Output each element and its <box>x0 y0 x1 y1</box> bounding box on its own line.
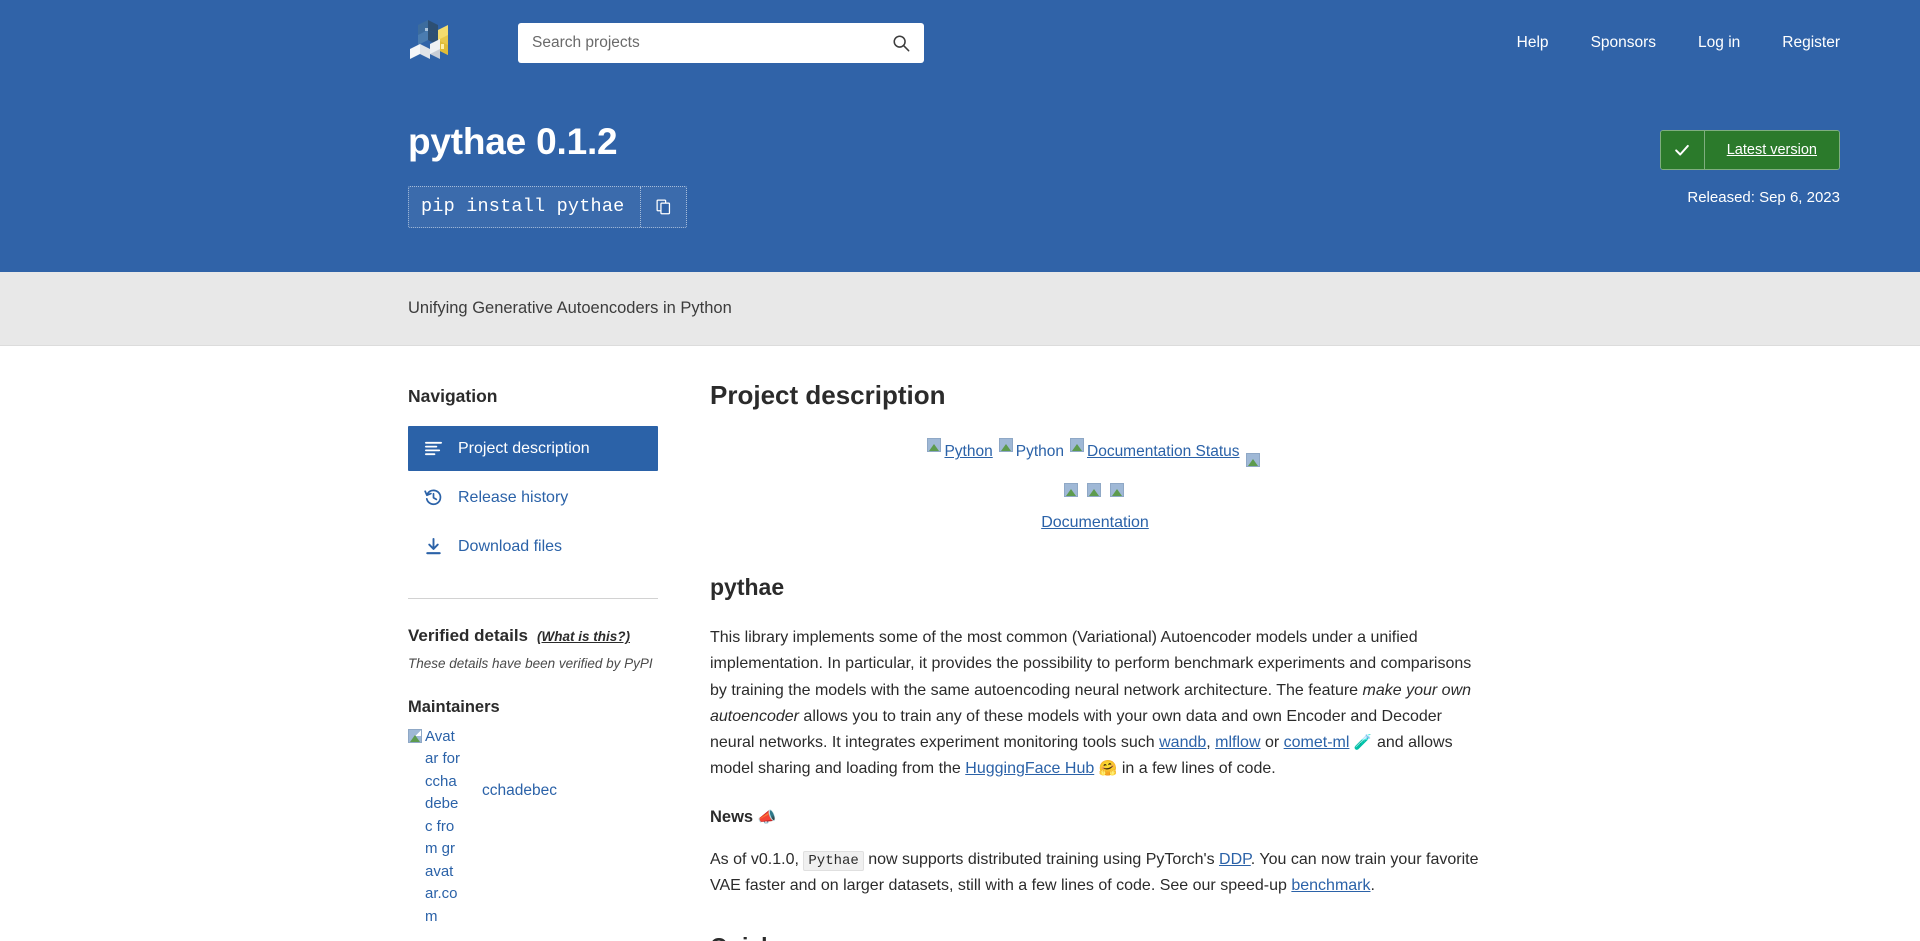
release-date: Released: Sep 6, 2023 <box>1687 189 1840 206</box>
sidebar-item-label: Download files <box>458 537 563 555</box>
pypi-logo-icon <box>410 20 448 59</box>
maintainers-title: Maintainers <box>408 697 500 716</box>
check-icon <box>1675 144 1690 156</box>
description-icon <box>424 442 443 456</box>
copy-icon <box>656 199 671 215</box>
sidebar-item-download-files[interactable]: Download files <box>408 524 658 569</box>
badge-row-2 <box>710 467 1480 498</box>
inline-code-pythae: Pythae <box>803 850 864 871</box>
badge-row-1: Python Python Documentation Status <box>710 437 1480 468</box>
project-summary-bar: Unifying Generative Autoencoders in Pyth… <box>0 271 1920 347</box>
link-ddp[interactable]: DDP <box>1219 851 1251 868</box>
history-icon <box>424 489 442 506</box>
pypi-logo[interactable] <box>408 14 466 72</box>
sidebar-item-label: Release history <box>458 488 569 506</box>
news-heading: News 📣 <box>710 808 1480 827</box>
intro-text-f: in a few lines of code. <box>1117 759 1276 777</box>
sidebar-heading-navigation: Navigation <box>408 386 498 407</box>
maintainer-entry[interactable]: Avatar for cchadebec from gravatar.com c… <box>408 726 658 929</box>
sidebar-divider <box>408 598 658 600</box>
project-description-panel: Project description Python Python Docume… <box>710 380 1480 941</box>
copy-button[interactable] <box>640 186 686 227</box>
nav-link-help[interactable]: Help <box>1517 34 1549 52</box>
content-heading: Project description <box>710 380 946 411</box>
badge-python-1[interactable]: Python <box>927 437 993 467</box>
status-badge: Latest version <box>1659 130 1840 170</box>
documentation-link-row: Documentation <box>710 514 1480 532</box>
quick-access-heading: Quick access: <box>710 933 1480 941</box>
news-text-b: now supports distributed training using … <box>863 850 1220 868</box>
latest-version-check <box>1660 131 1705 169</box>
badges-block: Python Python Documentation Status <box>710 437 1480 498</box>
link-mlflow[interactable]: mlflow <box>1215 734 1260 751</box>
link-benchmark[interactable]: benchmark <box>1291 877 1370 894</box>
intro-text-a: This library implements some of the most… <box>710 629 1472 699</box>
search-container <box>518 23 924 63</box>
badge-python-2[interactable]: Python <box>998 437 1064 467</box>
sidebar-item-release-history[interactable]: Release history <box>408 475 658 520</box>
pip-install-command: pip install pythae <box>421 195 625 217</box>
verified-details-header: Verified details (What is this?) <box>408 626 658 646</box>
pip-install-box: pip install pythae <box>408 185 688 228</box>
nav-link-register[interactable]: Register <box>1782 34 1840 52</box>
download-icon <box>426 538 441 555</box>
sidebar-item-project-description[interactable]: Project description <box>408 426 658 472</box>
test-tube-icon: 🧪 <box>1353 733 1373 751</box>
nav-link-login[interactable]: Log in <box>1698 34 1740 52</box>
latest-version-link[interactable]: Latest version <box>1704 131 1839 169</box>
news-paragraph: As of v0.1.0, Pythae now supports distri… <box>710 847 1480 899</box>
search-input[interactable] <box>518 23 924 63</box>
project-summary: Unifying Generative Autoencoders in Pyth… <box>408 298 732 317</box>
intro-text-d: or <box>1260 733 1284 751</box>
intro-text-c: , <box>1206 733 1216 751</box>
nav-link-sponsors[interactable]: Sponsors <box>1591 34 1656 52</box>
page-title: pythae 0.1.2 <box>408 121 618 162</box>
page-body: Navigation Project description Release h… <box>0 346 1920 941</box>
header-nav: Help Sponsors Log in Register <box>1517 34 1840 52</box>
maintainer-username[interactable]: cchadebec <box>482 782 557 800</box>
megaphone-icon: 📣 <box>757 808 777 826</box>
avatar[interactable]: Avatar for cchadebec from gravatar.com <box>408 726 460 929</box>
hugging-face-icon: 🤗 <box>1098 759 1118 777</box>
site-header: Help Sponsors Log in Register <box>0 0 1920 86</box>
readme-paragraph-intro: This library implements some of the most… <box>710 625 1480 781</box>
verified-details-note: These details have been verified by PyPI <box>408 656 653 672</box>
sidebar-item-label: Project description <box>458 439 590 457</box>
link-huggingface-hub[interactable]: HuggingFace Hub <box>965 760 1094 777</box>
news-text-d: . <box>1370 876 1375 894</box>
sidebar: Navigation Project description Release h… <box>408 380 658 941</box>
verified-details-title: Verified details <box>408 626 528 646</box>
documentation-link[interactable]: Documentation <box>1041 514 1149 531</box>
news-heading-text: News <box>710 807 754 826</box>
what-is-this-link[interactable]: (What is this?) <box>537 629 630 644</box>
link-wandb[interactable]: wandb <box>1159 734 1206 751</box>
project-banner: pythae 0.1.2 pip install pythae Latest v… <box>0 86 1920 272</box>
readme-heading-pythae: pythae <box>710 574 785 601</box>
news-text-a: As of v0.1.0, <box>710 850 804 868</box>
badge-docs-status[interactable]: Documentation Status <box>1070 437 1240 467</box>
link-comet-ml[interactable]: comet-ml <box>1284 734 1350 751</box>
